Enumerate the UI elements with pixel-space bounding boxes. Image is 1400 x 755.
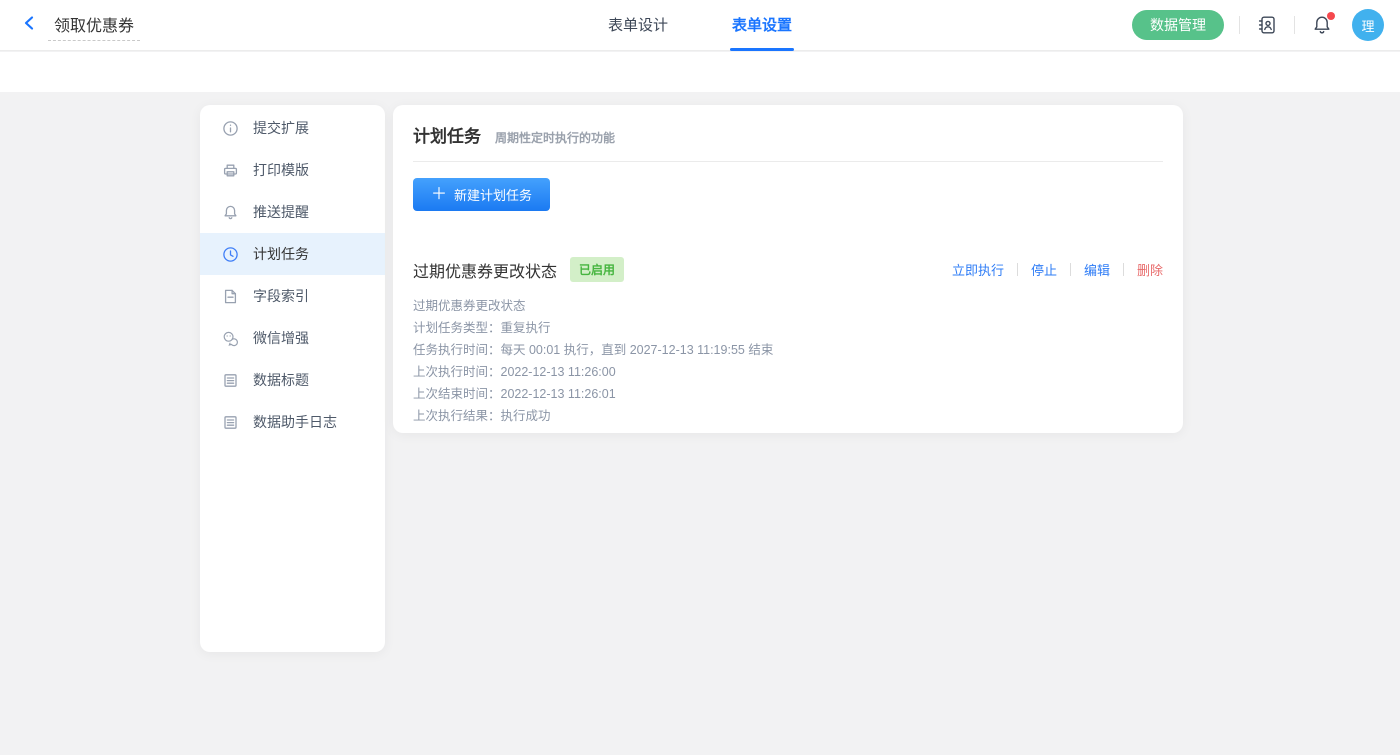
data-manage-button[interactable]: 数据管理 bbox=[1132, 10, 1224, 40]
task-title-row: 过期优惠券更改状态 已启用 立即执行 停止 编辑 删除 bbox=[413, 257, 1163, 282]
sidebar-item-wechat-enhance[interactable]: 微信增强 bbox=[200, 317, 385, 359]
task-actions: 立即执行 停止 编辑 删除 bbox=[952, 260, 1163, 279]
divider bbox=[1070, 263, 1071, 276]
list-icon bbox=[222, 372, 239, 389]
header-right-controls: 数据管理 理 bbox=[1132, 0, 1384, 51]
task-description: 过期优惠券更改状态 bbox=[413, 295, 1163, 317]
sidebar-item-label: 推送提醒 bbox=[253, 202, 309, 222]
sidebar-item-label: 提交扩展 bbox=[253, 118, 309, 138]
sidebar-item-label: 打印模版 bbox=[253, 160, 309, 180]
sidebar-item-scheduled-tasks[interactable]: 计划任务 bbox=[200, 233, 385, 275]
file-icon bbox=[222, 288, 239, 305]
new-task-button-label: 新建计划任务 bbox=[454, 185, 532, 204]
bell-icon bbox=[222, 204, 239, 221]
divider bbox=[1123, 263, 1124, 276]
sidebar-item-label: 计划任务 bbox=[253, 244, 309, 264]
panel-subtitle: 周期性定时执行的功能 bbox=[495, 129, 615, 146]
task-details: 过期优惠券更改状态 计划任务类型：重复执行 任务执行时间：每天 00:01 执行… bbox=[413, 295, 1163, 427]
task-schedule-line: 任务执行时间：每天 00:01 执行，直到 2027-12-13 11:19:5… bbox=[413, 339, 1163, 361]
divider bbox=[1239, 16, 1240, 34]
task-item: 过期优惠券更改状态 已启用 立即执行 停止 编辑 删除 过期优惠券更改状态 计划… bbox=[413, 257, 1163, 427]
notification-dot bbox=[1327, 12, 1335, 20]
edit-link[interactable]: 编辑 bbox=[1084, 260, 1110, 279]
last-result-line: 上次执行结果：执行成功 bbox=[413, 405, 1163, 427]
last-end-time-line: 上次结束时间：2022-12-13 11:26:01 bbox=[413, 383, 1163, 405]
notification-bell-icon[interactable] bbox=[1310, 13, 1334, 37]
panel-header: 计划任务 周期性定时执行的功能 bbox=[413, 122, 1163, 147]
info-icon bbox=[222, 120, 239, 137]
new-task-button[interactable]: ＋ 新建计划任务 bbox=[413, 178, 550, 211]
contacts-book-icon[interactable] bbox=[1255, 13, 1279, 37]
settings-sidebar: 提交扩展 打印模版 推送提醒 bbox=[200, 105, 385, 652]
divider bbox=[1017, 263, 1018, 276]
printer-icon bbox=[222, 162, 239, 179]
back-button[interactable] bbox=[20, 15, 40, 35]
sidebar-item-data-assistant-log[interactable]: 数据助手日志 bbox=[200, 401, 385, 443]
sidebar-item-push-reminder[interactable]: 推送提醒 bbox=[200, 191, 385, 233]
panel-title: 计划任务 bbox=[413, 122, 481, 147]
last-run-time-line: 上次执行时间：2022-12-13 11:26:00 bbox=[413, 361, 1163, 383]
task-type-line: 计划任务类型：重复执行 bbox=[413, 317, 1163, 339]
divider bbox=[1294, 16, 1295, 34]
clock-icon bbox=[222, 246, 239, 263]
page: 领取优惠券 表单设计 表单设置 数据管理 bbox=[0, 0, 1400, 755]
sidebar-item-label: 微信增强 bbox=[253, 328, 309, 348]
chevron-left-icon bbox=[21, 14, 39, 37]
delete-link[interactable]: 删除 bbox=[1137, 260, 1163, 279]
stop-link[interactable]: 停止 bbox=[1031, 260, 1057, 279]
sidebar-item-label: 字段索引 bbox=[253, 286, 309, 306]
form-title[interactable]: 领取优惠券 bbox=[48, 10, 140, 41]
sidebar-item-print-template[interactable]: 打印模版 bbox=[200, 149, 385, 191]
sidebar-item-field-index[interactable]: 字段索引 bbox=[200, 275, 385, 317]
sub-header-strip bbox=[0, 52, 1400, 92]
sidebar-item-submit-extension[interactable]: 提交扩展 bbox=[200, 107, 385, 149]
divider bbox=[413, 161, 1163, 162]
status-badge: 已启用 bbox=[570, 257, 624, 282]
user-avatar[interactable]: 理 bbox=[1352, 9, 1384, 41]
task-name: 过期优惠券更改状态 bbox=[413, 258, 557, 282]
wechat-icon bbox=[222, 330, 239, 347]
top-header: 领取优惠券 表单设计 表单设置 数据管理 bbox=[0, 0, 1400, 51]
sidebar-item-label: 数据标题 bbox=[253, 370, 309, 390]
tab-form-design[interactable]: 表单设计 bbox=[608, 0, 668, 51]
plus-icon: ＋ bbox=[431, 187, 447, 203]
scheduled-tasks-panel: 计划任务 周期性定时执行的功能 ＋ 新建计划任务 过期优惠券更改状态 已启用 立… bbox=[393, 105, 1183, 433]
sidebar-item-data-title[interactable]: 数据标题 bbox=[200, 359, 385, 401]
list-icon bbox=[222, 414, 239, 431]
tab-form-settings[interactable]: 表单设置 bbox=[732, 0, 792, 51]
run-now-link[interactable]: 立即执行 bbox=[952, 260, 1004, 279]
header-tabs: 表单设计 表单设置 bbox=[608, 0, 792, 51]
sidebar-item-label: 数据助手日志 bbox=[253, 412, 337, 432]
